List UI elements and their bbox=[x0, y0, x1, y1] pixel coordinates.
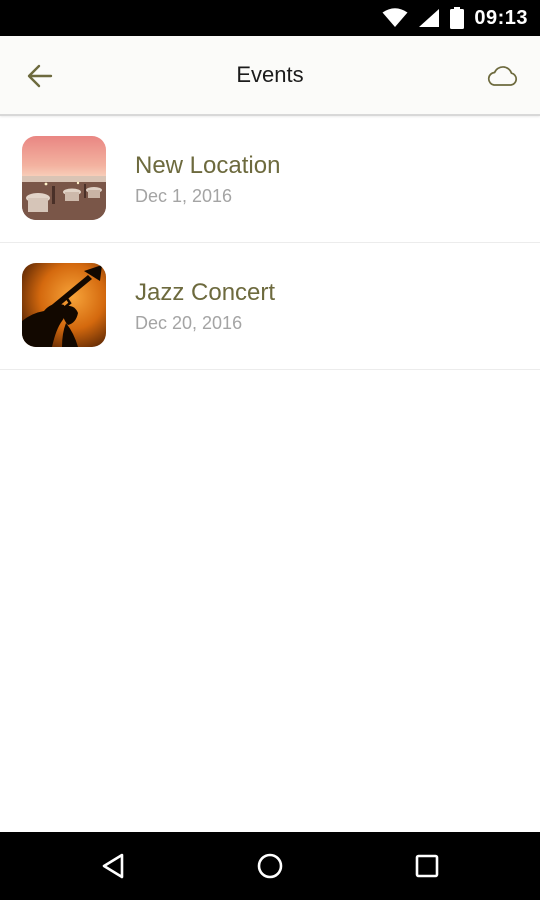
status-clock: 09:13 bbox=[474, 6, 528, 29]
page-title: Events bbox=[236, 62, 304, 87]
event-list-item[interactable]: Jazz Concert Dec 20, 2016 bbox=[0, 243, 540, 370]
system-nav-bar bbox=[0, 832, 540, 900]
event-name: New Location bbox=[135, 152, 281, 179]
wifi-icon bbox=[382, 8, 408, 27]
signal-icon bbox=[419, 9, 440, 27]
nav-recents-button[interactable] bbox=[397, 846, 457, 886]
trumpet-silhouette-thumbnail bbox=[22, 263, 106, 347]
recents-square-icon bbox=[415, 854, 439, 878]
event-list: New Location Dec 1, 2016 Jazz Concert De… bbox=[0, 116, 540, 370]
cloud-sync-button[interactable] bbox=[476, 58, 528, 94]
status-bar: 09:13 bbox=[0, 0, 540, 36]
app-bar: Events bbox=[0, 36, 540, 116]
nav-back-button[interactable] bbox=[83, 846, 143, 886]
sunset-terrace-thumbnail bbox=[22, 136, 106, 220]
event-date: Dec 1, 2016 bbox=[135, 186, 233, 206]
back-triangle-icon bbox=[102, 853, 124, 879]
cloud-icon bbox=[487, 66, 518, 86]
nav-home-button[interactable] bbox=[240, 846, 300, 886]
battery-icon bbox=[450, 7, 465, 29]
event-name: Jazz Concert bbox=[135, 279, 276, 306]
home-circle-icon bbox=[257, 853, 283, 879]
event-date: Dec 20, 2016 bbox=[135, 313, 243, 333]
event-list-item[interactable]: New Location Dec 1, 2016 bbox=[0, 116, 540, 243]
